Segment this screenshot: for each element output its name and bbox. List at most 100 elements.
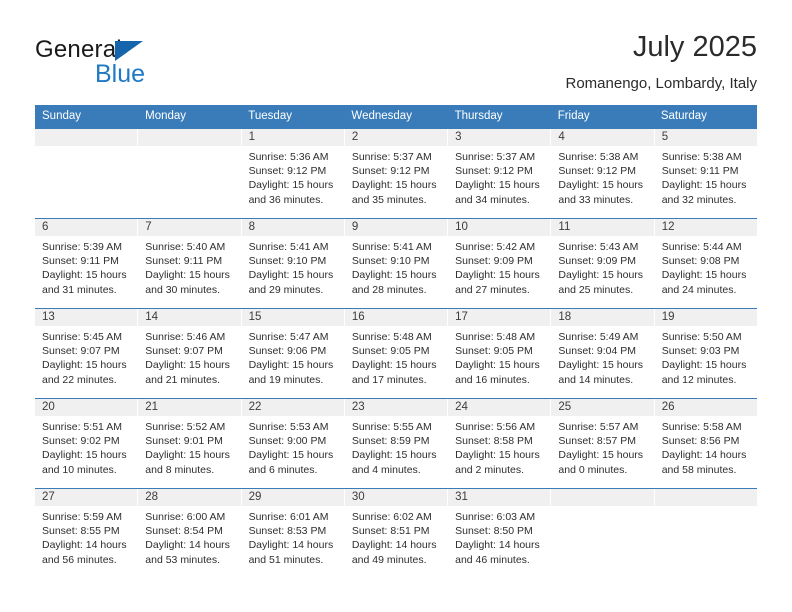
daylight-text-line1: Daylight: 14 hours bbox=[455, 539, 540, 552]
day-number: 7 bbox=[138, 219, 241, 236]
general-blue-logo[interactable]: General Blue bbox=[35, 36, 235, 92]
daylight-text-line2: and 33 minutes. bbox=[558, 193, 634, 206]
daylight-text-line2: and 21 minutes. bbox=[145, 373, 220, 386]
day-details: Sunrise: 5:51 AM Sunset: 9:02 PM Dayligh… bbox=[35, 416, 137, 477]
day-cell-29[interactable]: 29 Sunrise: 6:01 AM Sunset: 8:53 PM Dayl… bbox=[241, 489, 345, 578]
sunset-text: Sunset: 9:08 PM bbox=[661, 255, 740, 268]
daylight-text-line1: Daylight: 15 hours bbox=[558, 179, 644, 192]
day-details: Sunrise: 5:59 AM Sunset: 8:55 PM Dayligh… bbox=[35, 506, 137, 567]
day-number: 31 bbox=[448, 489, 551, 506]
day-number: 20 bbox=[35, 399, 138, 416]
day-cell-25[interactable]: 25 Sunrise: 5:57 AM Sunset: 8:57 PM Dayl… bbox=[551, 399, 655, 488]
day-cell-4[interactable]: 4 Sunrise: 5:38 AM Sunset: 9:12 PM Dayli… bbox=[551, 129, 655, 218]
sunset-text: Sunset: 9:05 PM bbox=[351, 345, 430, 358]
day-cell-12[interactable]: 12 Sunrise: 5:44 AM Sunset: 9:08 PM Dayl… bbox=[654, 219, 757, 308]
day-cell-2[interactable]: 2 Sunrise: 5:37 AM Sunset: 9:12 PM Dayli… bbox=[344, 129, 449, 218]
day-cell-empty bbox=[35, 129, 139, 218]
day-cell-11[interactable]: 11 Sunrise: 5:43 AM Sunset: 9:09 PM Dayl… bbox=[551, 219, 655, 308]
day-cell-16[interactable]: 16 Sunrise: 5:48 AM Sunset: 9:05 PM Dayl… bbox=[344, 309, 449, 398]
daylight-text-line1: Daylight: 15 hours bbox=[248, 179, 334, 192]
day-cell-22[interactable]: 22 Sunrise: 5:53 AM Sunset: 9:00 PM Dayl… bbox=[241, 399, 345, 488]
daylight-text-line1: Daylight: 15 hours bbox=[455, 179, 540, 192]
day-cell-23[interactable]: 23 Sunrise: 5:55 AM Sunset: 8:59 PM Dayl… bbox=[344, 399, 449, 488]
sunrise-text: Sunrise: 5:43 AM bbox=[558, 241, 639, 253]
day-cell-7[interactable]: 7 Sunrise: 5:40 AM Sunset: 9:11 PM Dayli… bbox=[138, 219, 242, 308]
sunset-text: Sunset: 8:51 PM bbox=[351, 525, 430, 538]
day-number: 3 bbox=[448, 129, 551, 146]
day-cell-13[interactable]: 13 Sunrise: 5:45 AM Sunset: 9:07 PM Dayl… bbox=[35, 309, 139, 398]
day-cell-5[interactable]: 5 Sunrise: 5:38 AM Sunset: 9:11 PM Dayli… bbox=[654, 129, 757, 218]
sunset-text: Sunset: 9:02 PM bbox=[42, 435, 120, 448]
sunrise-text: Sunrise: 5:41 AM bbox=[248, 241, 329, 253]
day-cell-17[interactable]: 17 Sunrise: 5:48 AM Sunset: 9:05 PM Dayl… bbox=[448, 309, 552, 398]
sunset-text: Sunset: 8:57 PM bbox=[558, 435, 637, 448]
day-cell-21[interactable]: 21 Sunrise: 5:52 AM Sunset: 9:01 PM Dayl… bbox=[138, 399, 242, 488]
sunrise-text: Sunrise: 5:57 AM bbox=[558, 421, 639, 433]
day-number: 1 bbox=[241, 129, 344, 146]
sunrise-text: Sunrise: 5:38 AM bbox=[661, 151, 742, 163]
sunset-text: Sunset: 9:10 PM bbox=[351, 255, 430, 268]
day-cell-3[interactable]: 3 Sunrise: 5:37 AM Sunset: 9:12 PM Dayli… bbox=[448, 129, 552, 218]
sunset-text: Sunset: 9:11 PM bbox=[145, 255, 223, 268]
day-cell-30[interactable]: 30 Sunrise: 6:02 AM Sunset: 8:51 PM Dayl… bbox=[344, 489, 449, 578]
day-cell-8[interactable]: 8 Sunrise: 5:41 AM Sunset: 9:10 PM Dayli… bbox=[241, 219, 345, 308]
day-details: Sunrise: 5:55 AM Sunset: 8:59 PM Dayligh… bbox=[345, 416, 447, 477]
day-number: 13 bbox=[35, 309, 138, 326]
sunrise-text: Sunrise: 6:03 AM bbox=[455, 511, 536, 523]
daylight-text-line1: Daylight: 15 hours bbox=[351, 449, 437, 462]
day-details: Sunrise: 5:44 AM Sunset: 9:08 PM Dayligh… bbox=[655, 236, 757, 297]
daylight-text-line2: and 25 minutes. bbox=[558, 283, 634, 296]
sunrise-text: Sunrise: 5:56 AM bbox=[455, 421, 536, 433]
daylight-text-line1: Daylight: 14 hours bbox=[42, 539, 127, 552]
day-cell-14[interactable]: 14 Sunrise: 5:46 AM Sunset: 9:07 PM Dayl… bbox=[138, 309, 242, 398]
sunset-text: Sunset: 8:54 PM bbox=[145, 525, 223, 538]
day-number: 6 bbox=[35, 219, 138, 236]
sunset-text: Sunset: 9:12 PM bbox=[558, 165, 637, 178]
sunrise-text: Sunrise: 5:36 AM bbox=[248, 151, 329, 163]
day-number bbox=[654, 489, 757, 506]
sunrise-text: Sunrise: 5:44 AM bbox=[661, 241, 742, 253]
day-cell-empty bbox=[654, 489, 757, 578]
calendar-week-row: 27 Sunrise: 5:59 AM Sunset: 8:55 PM Dayl… bbox=[35, 488, 757, 578]
day-cell-27[interactable]: 27 Sunrise: 5:59 AM Sunset: 8:55 PM Dayl… bbox=[35, 489, 139, 578]
day-cell-9[interactable]: 9 Sunrise: 5:41 AM Sunset: 9:10 PM Dayli… bbox=[344, 219, 449, 308]
day-details: Sunrise: 6:03 AM Sunset: 8:50 PM Dayligh… bbox=[448, 506, 550, 567]
day-details: Sunrise: 5:41 AM Sunset: 9:10 PM Dayligh… bbox=[242, 236, 344, 297]
day-details: Sunrise: 5:39 AM Sunset: 9:11 PM Dayligh… bbox=[35, 236, 137, 297]
day-cell-6[interactable]: 6 Sunrise: 5:39 AM Sunset: 9:11 PM Dayli… bbox=[35, 219, 139, 308]
daylight-text-line2: and 31 minutes. bbox=[42, 283, 117, 296]
day-cell-empty bbox=[551, 489, 655, 578]
day-cell-24[interactable]: 24 Sunrise: 5:56 AM Sunset: 8:58 PM Dayl… bbox=[448, 399, 552, 488]
sunrise-text: Sunrise: 5:45 AM bbox=[42, 331, 122, 343]
day-number: 23 bbox=[344, 399, 448, 416]
day-cell-26[interactable]: 26 Sunrise: 5:58 AM Sunset: 8:56 PM Dayl… bbox=[654, 399, 757, 488]
day-cell-31[interactable]: 31 Sunrise: 6:03 AM Sunset: 8:50 PM Dayl… bbox=[448, 489, 552, 578]
day-details: Sunrise: 5:37 AM Sunset: 9:12 PM Dayligh… bbox=[345, 146, 447, 207]
day-cell-10[interactable]: 10 Sunrise: 5:42 AM Sunset: 9:09 PM Dayl… bbox=[448, 219, 552, 308]
day-cell-20[interactable]: 20 Sunrise: 5:51 AM Sunset: 9:02 PM Dayl… bbox=[35, 399, 139, 488]
sunset-text: Sunset: 8:58 PM bbox=[455, 435, 533, 448]
sunrise-text: Sunrise: 5:51 AM bbox=[42, 421, 122, 433]
weekday-header-tuesday: Tuesday bbox=[248, 110, 292, 122]
sunset-text: Sunset: 8:55 PM bbox=[42, 525, 120, 538]
sunrise-text: Sunrise: 5:50 AM bbox=[661, 331, 742, 343]
day-number: 12 bbox=[654, 219, 757, 236]
daylight-text-line2: and 35 minutes. bbox=[351, 193, 427, 206]
day-cell-1[interactable]: 1 Sunrise: 5:36 AM Sunset: 9:12 PM Dayli… bbox=[241, 129, 345, 218]
sunrise-text: Sunrise: 5:55 AM bbox=[351, 421, 432, 433]
day-cell-28[interactable]: 28 Sunrise: 6:00 AM Sunset: 8:54 PM Dayl… bbox=[138, 489, 242, 578]
daylight-text-line2: and 10 minutes. bbox=[42, 463, 117, 476]
sunset-text: Sunset: 9:12 PM bbox=[248, 165, 327, 178]
sunset-text: Sunset: 9:01 PM bbox=[145, 435, 223, 448]
sunset-text: Sunset: 9:11 PM bbox=[42, 255, 119, 268]
day-details: Sunrise: 5:37 AM Sunset: 9:12 PM Dayligh… bbox=[448, 146, 550, 207]
daylight-text-line2: and 4 minutes. bbox=[351, 463, 421, 476]
sunrise-text: Sunrise: 6:00 AM bbox=[145, 511, 226, 523]
daylight-text-line1: Daylight: 14 hours bbox=[351, 539, 437, 552]
day-cell-19[interactable]: 19 Sunrise: 5:50 AM Sunset: 9:03 PM Dayl… bbox=[654, 309, 757, 398]
day-cell-15[interactable]: 15 Sunrise: 5:47 AM Sunset: 9:06 PM Dayl… bbox=[241, 309, 345, 398]
day-number: 14 bbox=[138, 309, 241, 326]
day-details: Sunrise: 5:48 AM Sunset: 9:05 PM Dayligh… bbox=[448, 326, 550, 387]
day-details: Sunrise: 5:41 AM Sunset: 9:10 PM Dayligh… bbox=[345, 236, 447, 297]
day-cell-18[interactable]: 18 Sunrise: 5:49 AM Sunset: 9:04 PM Dayl… bbox=[551, 309, 655, 398]
